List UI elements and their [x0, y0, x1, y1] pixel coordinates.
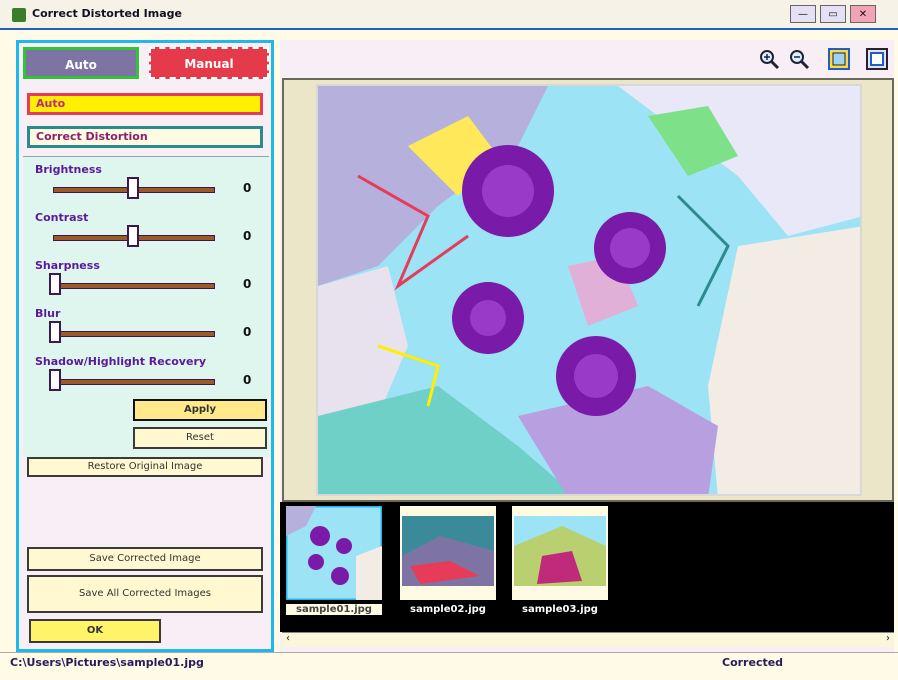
- apply-button[interactable]: Apply: [133, 399, 267, 421]
- status-file-path: C:\Users\Pictures\sample01.jpg: [10, 656, 204, 669]
- window-title: Correct Distorted Image: [32, 7, 182, 20]
- mode-select[interactable]: Correct Distortion: [27, 126, 263, 148]
- blur-thumb[interactable]: [49, 321, 61, 343]
- brightness-thumb[interactable]: [127, 177, 139, 199]
- reset-button[interactable]: Reset: [133, 427, 267, 449]
- contrast-label: Contrast: [35, 211, 89, 224]
- save-all-corrected-button[interactable]: Save All Corrected Images: [27, 575, 263, 613]
- contrast-value: 0: [243, 229, 252, 243]
- contrast-thumb[interactable]: [127, 225, 139, 247]
- status-state: Corrected: [722, 656, 784, 669]
- zoom-out-icon[interactable]: [788, 48, 810, 70]
- thumbnail-scrollbar[interactable]: ‹ ›: [282, 632, 894, 647]
- minimize-button[interactable]: —: [790, 5, 816, 23]
- correction-panel: Auto Manual Auto Correct Distortion Brig…: [16, 40, 274, 652]
- zoom-in-icon[interactable]: [758, 48, 780, 70]
- restore-original-button[interactable]: Restore Original Image: [27, 457, 263, 477]
- thumbnail-image: [400, 506, 496, 600]
- thumbnail-image: [512, 506, 608, 600]
- close-button[interactable]: ✕: [850, 5, 876, 23]
- scroll-left-icon[interactable]: ‹: [286, 633, 290, 644]
- thumbnail-item[interactable]: sample01.jpg: [286, 506, 382, 624]
- app-icon: [12, 8, 26, 22]
- sharpness-thumb[interactable]: [49, 273, 61, 295]
- save-corrected-image-button[interactable]: Save Corrected Image: [27, 547, 263, 571]
- brightness-value: 0: [243, 181, 252, 195]
- blur-value: 0: [243, 325, 252, 339]
- shadow-highlight-label: Shadow/Highlight Recovery: [35, 355, 207, 368]
- thumbnail-caption: sample03.jpg: [522, 604, 598, 615]
- actual-size-icon[interactable]: [866, 48, 888, 70]
- shadow-highlight-thumb[interactable]: [49, 369, 61, 391]
- thumbnail-caption: sample02.jpg: [410, 604, 486, 615]
- thumbnail-image: [286, 506, 382, 600]
- scroll-right-icon[interactable]: ›: [886, 633, 890, 644]
- sharpness-label: Sharpness: [35, 259, 100, 272]
- preset-select[interactable]: Auto: [27, 93, 263, 115]
- tab-manual[interactable]: Manual: [149, 47, 269, 79]
- title-bar: Correct Distorted Image — ▭ ✕: [0, 0, 898, 30]
- brightness-label: Brightness: [35, 163, 102, 176]
- thumbnail-item[interactable]: sample02.jpg: [400, 506, 496, 624]
- adjustments-group: Brightness 0 Contrast 0 Sharpness 0 Blur…: [23, 156, 269, 457]
- thumbnail-caption: sample01.jpg: [286, 604, 382, 615]
- shadow-highlight-track[interactable]: [53, 379, 215, 385]
- blur-label: Blur: [35, 307, 61, 320]
- maximize-button[interactable]: ▭: [820, 5, 846, 23]
- sharpness-track[interactable]: [53, 283, 215, 289]
- sharpness-value: 0: [243, 277, 252, 291]
- shadow-highlight-value: 0: [243, 373, 252, 387]
- blur-track[interactable]: [53, 331, 215, 337]
- tab-auto[interactable]: Auto: [23, 47, 139, 79]
- thumbnail-item[interactable]: sample03.jpg: [512, 506, 608, 624]
- preview-image: [316, 84, 862, 496]
- ok-button[interactable]: OK: [29, 619, 161, 643]
- fit-window-icon[interactable]: [828, 48, 850, 70]
